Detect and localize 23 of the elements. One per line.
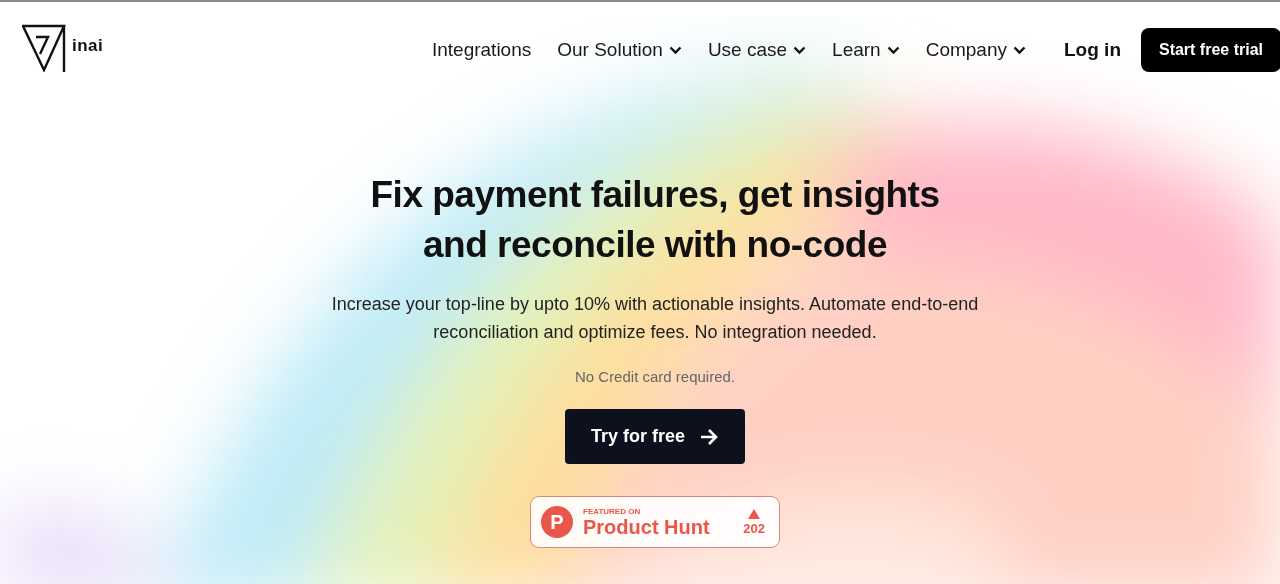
logo-icon xyxy=(22,24,66,72)
logo-text[interactable]: inai xyxy=(72,36,104,56)
nav-link[interactable]: Integrations xyxy=(431,39,532,61)
product-name: Product Hunt xyxy=(583,515,710,538)
nav-link[interactable]: Use case xyxy=(707,39,807,61)
start-trial-button[interactable]: Start free trial xyxy=(1141,28,1280,72)
hero-subtitle: Increase your top-line by upto 10% with actionable insights. Automate end-to-end reconciliation and optimize fees. No integration needed. xyxy=(330,293,980,344)
upvote-triangle-icon xyxy=(748,508,761,519)
nav-link[interactable]: Company xyxy=(925,39,1026,61)
featured-label: FEATURED ON xyxy=(583,506,642,516)
nav-link[interactable]: Our Solution xyxy=(557,39,682,61)
vote-count: 202 xyxy=(743,520,765,536)
chevron-down-icon xyxy=(886,45,900,55)
chevron-down-icon xyxy=(1013,45,1026,55)
no-card-note: No Credit card required. xyxy=(574,368,736,385)
product-hunt-logo: P xyxy=(541,506,573,538)
login-link[interactable]: Log in xyxy=(1064,39,1121,61)
chevron-down-icon xyxy=(793,45,807,55)
hero-title: Fix payment failures, get insights and reconcile with no-code xyxy=(369,173,941,267)
try-free-button[interactable]: Try for free xyxy=(564,409,745,464)
chevron-down-icon xyxy=(668,45,682,55)
nav-link[interactable]: Learn xyxy=(832,39,900,61)
arrow-right-icon xyxy=(699,427,719,446)
